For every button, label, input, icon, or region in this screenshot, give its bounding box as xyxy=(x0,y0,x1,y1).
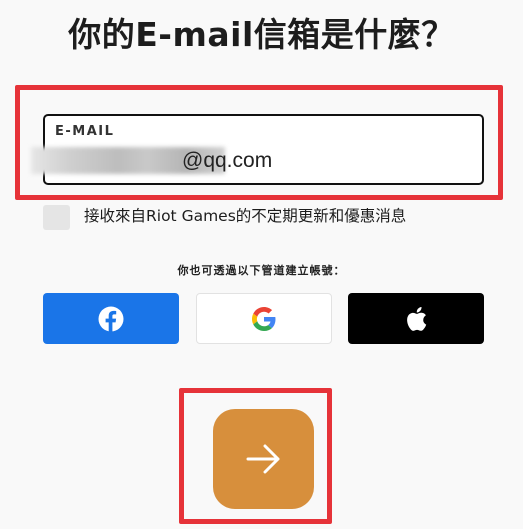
google-signup-button[interactable] xyxy=(196,293,332,344)
facebook-signup-button[interactable] xyxy=(43,293,179,344)
apple-icon xyxy=(407,306,427,331)
email-field-value[interactable]: @qq.com xyxy=(31,144,482,178)
updates-checkbox-label[interactable]: 接收來自Riot Games的不定期更新和優惠消息 xyxy=(84,205,406,227)
email-field-label: E-MAIL xyxy=(55,124,115,139)
google-icon xyxy=(252,306,276,331)
alternative-signup-text: 你也可透過以下管道建立帳號： xyxy=(177,264,346,277)
next-button[interactable] xyxy=(213,409,314,509)
apple-signup-button[interactable] xyxy=(348,293,484,344)
page-title: 你的E-mail信箱是什麼？ xyxy=(68,15,455,54)
facebook-icon xyxy=(98,306,124,332)
email-domain-text: @qq.com xyxy=(182,149,273,172)
arrow-right-icon xyxy=(246,444,279,474)
updates-checkbox[interactable] xyxy=(43,205,70,230)
email-field[interactable]: E-MAIL @qq.com xyxy=(31,114,484,185)
signup-page: 你的E-mail信箱是什麼？ E-MAIL @qq.com 接收來自Riot G… xyxy=(0,0,523,529)
